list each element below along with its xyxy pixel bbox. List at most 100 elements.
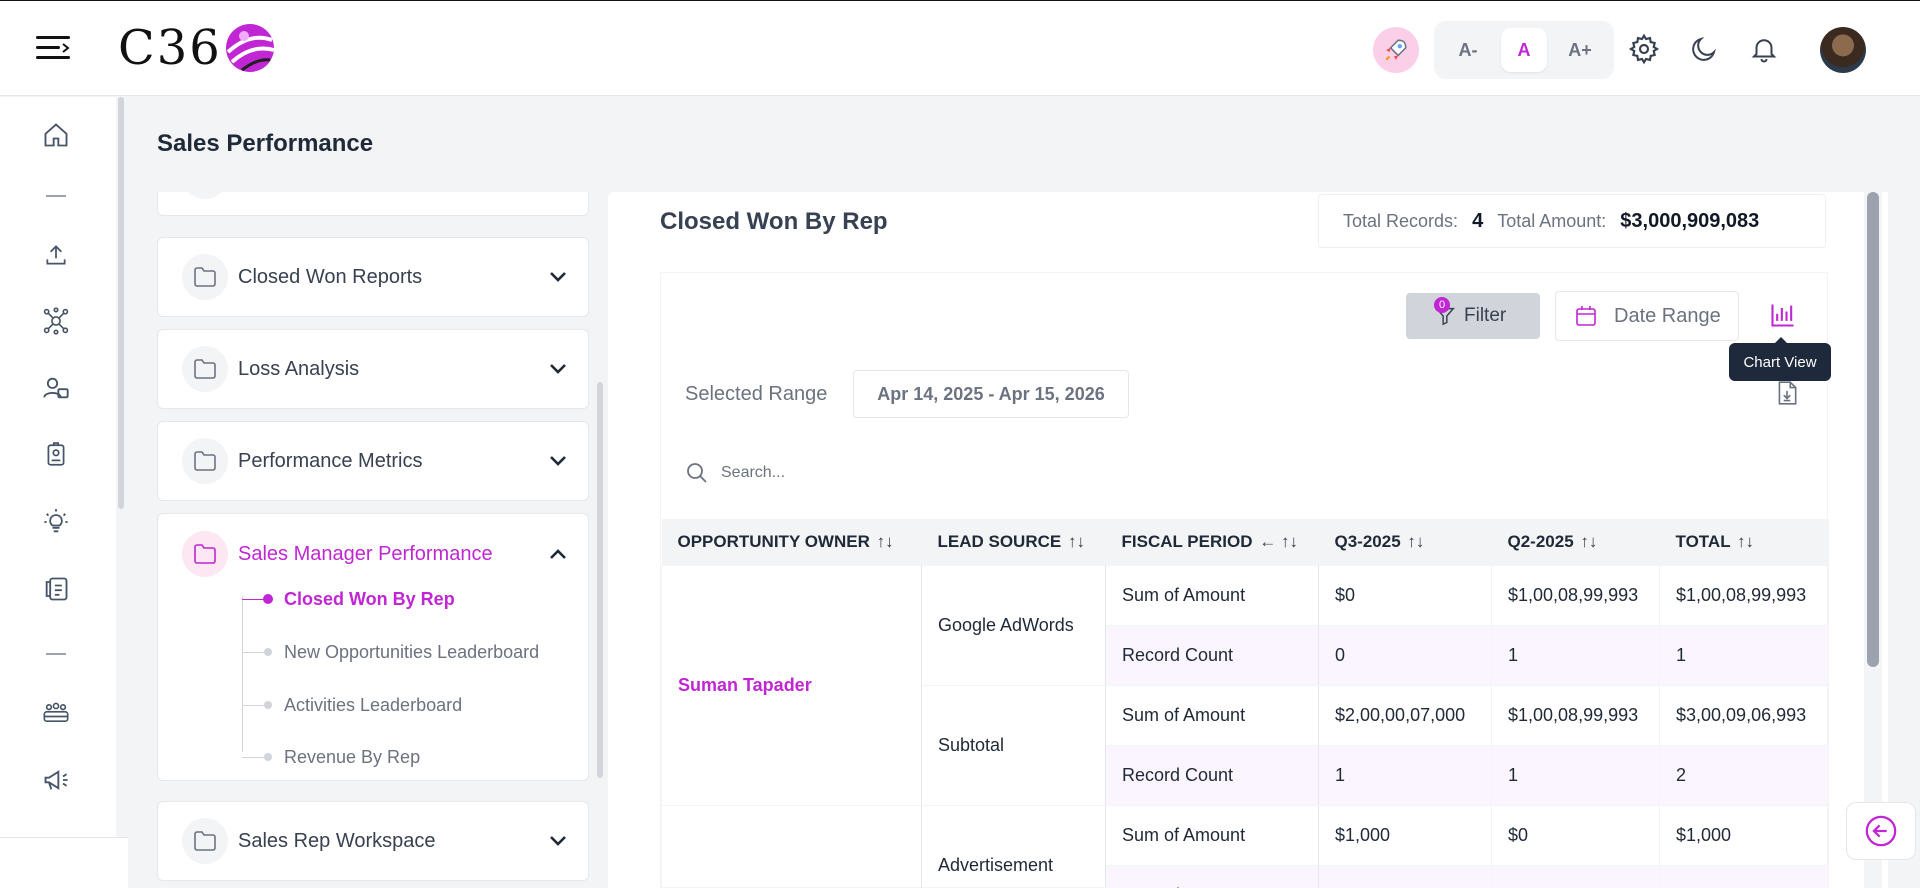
search-bar [685, 453, 1105, 493]
user-avatar[interactable] [1820, 27, 1866, 73]
total-records-value: 4 [1472, 209, 1484, 232]
app-logo[interactable]: C36 [118, 19, 276, 77]
report-item-revenue-by-rep[interactable]: Revenue By Rep [242, 744, 420, 770]
folder-loss-analysis[interactable]: Loss Analysis [157, 329, 589, 409]
q3-cell: $2,00,00,07,000 [1318, 684, 1492, 746]
report-body: 0 Filter Date Range Chart View Selected … [660, 272, 1831, 888]
metric-cell: Record Count [1105, 624, 1319, 686]
sort-icon[interactable]: ↑↓ [877, 532, 894, 551]
chevron-down-icon[interactable] [544, 827, 572, 855]
date-range-label: Date Range [1614, 304, 1721, 327]
chart-view-tooltip: Chart View [1729, 337, 1831, 381]
font-increase-button[interactable]: A+ [1557, 28, 1603, 72]
top-bar: C36 A- A A+ [0, 0, 1920, 96]
report-folders-panel: Closed Won Reports Loss Analysis Perform… [157, 192, 589, 888]
home-icon[interactable] [38, 117, 74, 153]
user-contacts-icon[interactable] [38, 370, 74, 406]
font-default-button[interactable]: A [1501, 28, 1547, 72]
folder-sales-rep-workspace[interactable]: Sales Rep Workspace [157, 801, 589, 881]
folder-icon [182, 346, 228, 392]
lead-source-cell: Google AdWords [921, 564, 1106, 686]
chevron-up-icon[interactable] [544, 540, 572, 568]
chart-view-icon[interactable] [1765, 297, 1801, 333]
logo-text: C36 [118, 20, 222, 76]
network-icon[interactable] [38, 303, 74, 339]
tree-line [242, 596, 243, 752]
collapse-panel-button[interactable] [1846, 802, 1916, 860]
lead-source-cell: Subtotal [921, 684, 1106, 806]
selected-range-label: Selected Range [685, 383, 828, 405]
q3-cell: $1,000 [1318, 804, 1492, 866]
left-nav-rail [0, 97, 116, 837]
folder-closed-won-reports[interactable]: Closed Won Reports [157, 237, 589, 317]
filter-button[interactable]: 0 Filter [1406, 293, 1540, 339]
folder-label: Sales Manager Performance [238, 542, 493, 565]
report-panel: Closed Won By Rep Total Records: 4 Total… [608, 192, 1888, 888]
chevron-down-icon[interactable] [544, 263, 572, 291]
sort-icon[interactable]: ↑↓ [1068, 532, 1085, 551]
column-header[interactable]: TOTAL ↑↓ [1659, 519, 1829, 565]
report-scrollbar[interactable] [1864, 192, 1882, 888]
q2-cell: 1 [1491, 624, 1660, 686]
total-cell: $1,000 [1659, 804, 1829, 866]
total-cell: $1,00,08,99,993 [1659, 564, 1829, 626]
sort-icon[interactable]: ↑↓ [1737, 532, 1754, 551]
folders-scrollbar[interactable] [596, 192, 604, 888]
lightbulb-icon[interactable] [38, 504, 74, 540]
team-icon[interactable] [38, 695, 74, 731]
menu-toggle-icon[interactable] [36, 34, 70, 62]
rail-scrollbar[interactable] [116, 97, 126, 888]
date-range-button[interactable]: Date Range [1555, 291, 1739, 341]
moon-icon[interactable] [1686, 31, 1722, 67]
report-item-label: Revenue By Rep [284, 746, 421, 767]
q2-cell: 1 [1491, 744, 1660, 806]
font-decrease-button[interactable]: A- [1445, 28, 1491, 72]
folder-card-partial[interactable] [157, 192, 589, 216]
folder-label: Sales Rep Workspace [238, 829, 436, 852]
folder-performance-metrics[interactable]: Performance Metrics [157, 421, 589, 501]
q3-cell: 0 [1318, 624, 1492, 686]
total-amount-value: $3,000,909,083 [1620, 209, 1760, 232]
chevron-down-icon[interactable] [544, 447, 572, 475]
report-item-label: New Opportunities Leaderboard [284, 641, 540, 662]
owner-cell[interactable] [661, 804, 922, 888]
owner-cell[interactable]: Suman Tapader [661, 564, 922, 806]
cards-icon[interactable] [38, 571, 74, 607]
report-item-activities-leaderboard[interactable]: Activities Leaderboard [242, 692, 462, 718]
q2-cell: 0 [1491, 864, 1660, 888]
folder-open-icon [182, 531, 228, 577]
export-file-icon[interactable] [1773, 377, 1801, 409]
report-item-closed-won-by-rep[interactable]: Closed Won By Rep [242, 586, 455, 612]
q2-cell: $1,00,08,99,993 [1491, 564, 1660, 626]
report-title: Closed Won By Rep [660, 208, 888, 235]
page-title: Sales Performance [157, 130, 374, 157]
column-header[interactable]: Q2-2025 ↑↓ [1491, 519, 1660, 565]
sort-icon[interactable]: ← ↑↓ [1259, 532, 1298, 551]
column-header[interactable]: FISCAL PERIOD ← ↑↓ [1105, 519, 1319, 565]
logo-globe-icon [225, 24, 275, 72]
report-item-new-opportunities-leaderboard[interactable]: New Opportunities Leaderboard [242, 639, 539, 665]
folder-label: Closed Won Reports [238, 265, 423, 288]
bell-icon[interactable] [1746, 31, 1782, 67]
upload-icon[interactable] [38, 237, 74, 273]
table-row: Advertisement Sum of Amount $1,000 $0 $1… [661, 804, 1829, 888]
column-header[interactable]: Q3-2025 ↑↓ [1318, 519, 1492, 565]
chevron-down-icon[interactable] [544, 355, 572, 383]
sort-icon[interactable]: ↑↓ [1407, 532, 1424, 551]
font-size-switcher: A- A A+ [1434, 21, 1614, 79]
megaphone-icon[interactable] [38, 762, 74, 798]
folder-header[interactable]: Sales Manager Performance [158, 514, 588, 594]
column-header[interactable]: OPPORTUNITY OWNER ↑↓ [661, 519, 922, 565]
search-icon [687, 463, 707, 483]
rocket-icon[interactable] [1373, 27, 1419, 73]
id-badge-icon[interactable] [38, 437, 74, 473]
arrow-left-circle-icon [1865, 815, 1897, 847]
selected-range-value: Apr 14, 2025 - Apr 15, 2026 [853, 370, 1129, 418]
report-totals: Total Records: 4 Total Amount: $3,000,90… [1318, 194, 1826, 248]
gear-icon[interactable] [1626, 31, 1662, 67]
metric-cell: Sum of Amount [1105, 684, 1319, 746]
sort-icon[interactable]: ↑↓ [1580, 532, 1597, 551]
column-header[interactable]: LEAD SOURCE ↑↓ [921, 519, 1106, 565]
rail-footer [0, 837, 128, 888]
search-input[interactable] [721, 464, 1081, 482]
